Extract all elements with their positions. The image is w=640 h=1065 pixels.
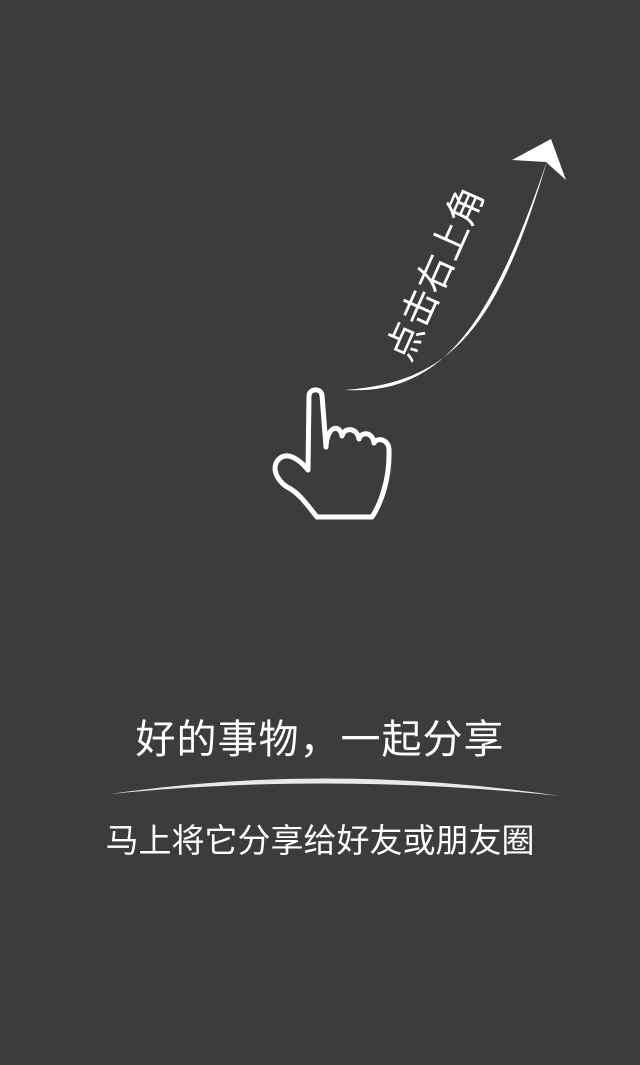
share-guide-overlay[interactable]: 点击右上角 好的事物，一起分享 马上将它分享给好友或朋友圈 — [0, 0, 640, 1065]
tap-top-right-label: 点击右上角 — [378, 181, 493, 367]
share-headline: 好的事物，一起分享 — [135, 717, 505, 763]
pointing-hand-icon — [272, 387, 392, 520]
decorative-divider — [110, 778, 560, 796]
guide-illustration: 点击右上角 — [272, 139, 566, 520]
share-subtitle: 马上将它分享给好友或朋友圈 — [105, 821, 535, 860]
arrow-head-icon — [512, 139, 566, 180]
